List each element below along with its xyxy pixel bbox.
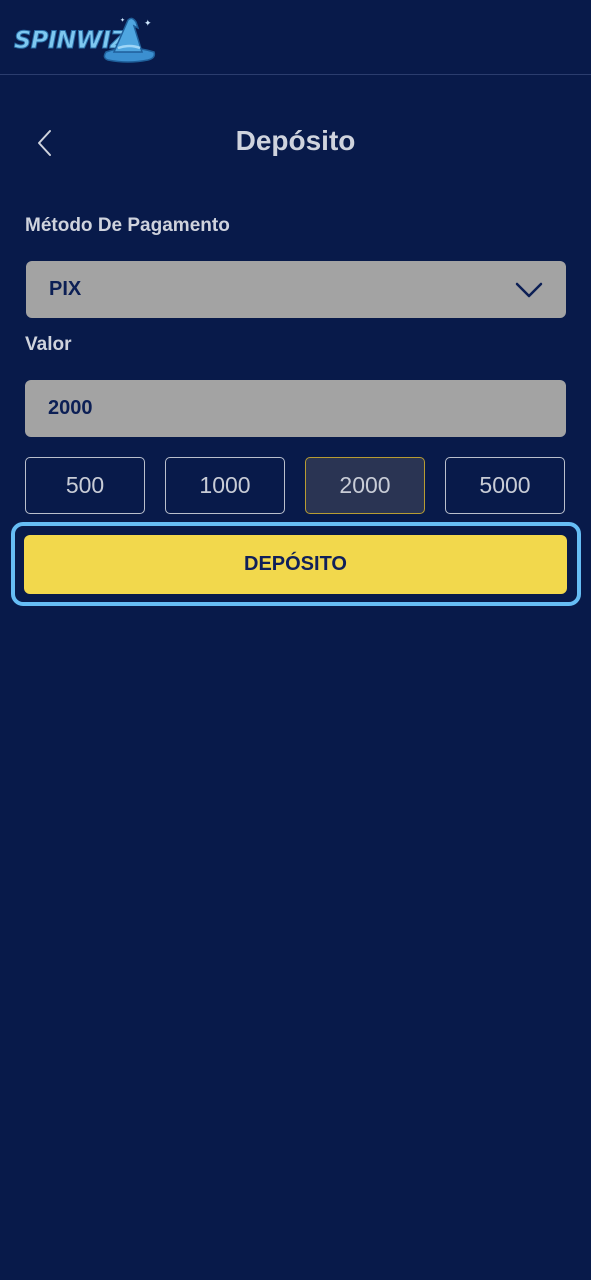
payment-method-select[interactable]: PIX	[26, 261, 566, 318]
page-header: Depósito	[0, 115, 591, 171]
quick-amount-button-5000[interactable]: 5000	[445, 457, 565, 514]
page-title: Depósito	[235, 125, 356, 156]
quick-amount-group: 500 1000 2000 5000	[25, 457, 566, 514]
quick-amount-button-1000[interactable]: 1000	[165, 457, 285, 514]
quick-amount-button-500[interactable]: 500	[25, 457, 145, 514]
spinwiz-logo[interactable]: SPINWIZ ✦ ✦	[12, 12, 158, 64]
deposit-submit-button[interactable]: DEPÓSITO	[24, 535, 567, 594]
quick-amount-button-2000[interactable]: 2000	[305, 457, 425, 514]
wizard-hat-icon: ✦ ✦	[103, 17, 156, 63]
top-bar: SPINWIZ ✦ ✦	[0, 0, 591, 75]
payment-method-label: Método De Pagamento	[25, 215, 230, 236]
svg-text:✦: ✦	[120, 17, 125, 24]
deposit-page: SPINWIZ ✦ ✦ Depósito Método De Pagamento…	[0, 0, 591, 1280]
chevron-down-icon	[515, 282, 543, 298]
amount-input[interactable]	[25, 380, 566, 437]
payment-method-value: PIX	[49, 278, 82, 300]
amount-label: Valor	[25, 334, 72, 355]
svg-text:✦: ✦	[144, 19, 152, 29]
